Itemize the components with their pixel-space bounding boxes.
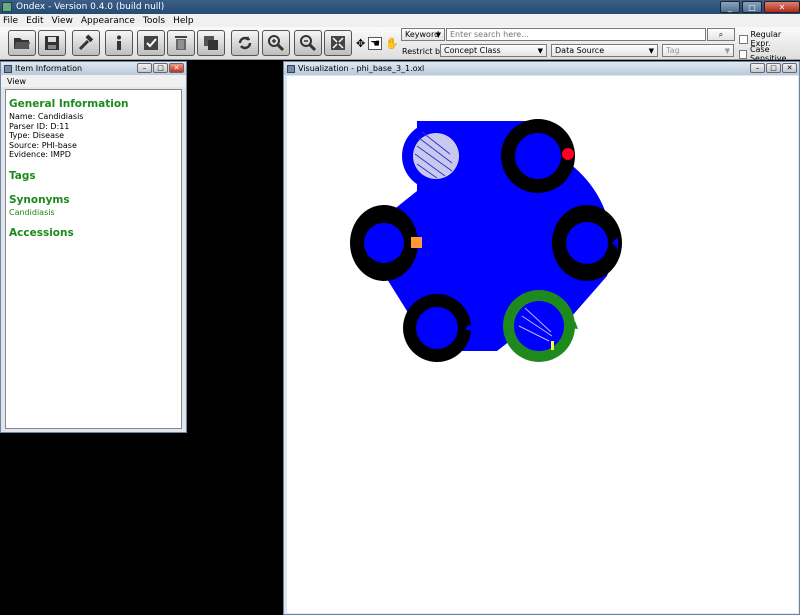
window-title: Ondex - Version 0.4.0 (build null) — [16, 2, 165, 12]
frame-minimize-button[interactable]: – — [750, 63, 765, 73]
parser-id-line: Parser ID: D:11 — [9, 121, 70, 131]
info-button[interactable] — [105, 30, 133, 56]
item-information-frame: Item Information – □ ✕ View General Info… — [0, 61, 187, 433]
network-graph[interactable] — [287, 76, 798, 613]
delete-button[interactable] — [167, 30, 195, 56]
graph-canvas[interactable] — [287, 76, 798, 613]
type-line: Type: Disease — [9, 131, 65, 140]
menu-appearance[interactable]: Appearance — [81, 16, 135, 26]
tag-value: Tag — [666, 46, 680, 55]
chevron-down-icon: ▼ — [537, 47, 543, 55]
concept-class-value: Concept Class — [444, 46, 501, 55]
move-icon[interactable]: ✥ — [356, 37, 365, 50]
menu-help[interactable]: Help — [173, 16, 194, 26]
floppy-icon — [45, 36, 59, 50]
search-input[interactable] — [446, 28, 706, 41]
checkbox-box[interactable] — [739, 34, 748, 44]
item-information-menubar: View — [1, 75, 186, 87]
selected-node[interactable] — [562, 148, 574, 160]
chevron-down-icon: ▼ — [648, 47, 654, 55]
cluster-top-left[interactable] — [402, 122, 470, 190]
frame-icon — [287, 64, 295, 73]
refresh-button[interactable] — [231, 30, 259, 56]
close-button[interactable]: ✕ — [764, 1, 800, 13]
chevron-down-icon: ▼ — [435, 31, 441, 39]
name-line: Name: Candidiasis — [9, 112, 84, 121]
accessions-heading: Accessions — [9, 226, 74, 239]
orange-node[interactable] — [411, 237, 422, 248]
tags-heading: Tags — [9, 169, 36, 182]
item-information-panel: General Information Name: Candidiasis Pa… — [5, 89, 182, 429]
check-button[interactable] — [137, 30, 165, 56]
concept-class-select[interactable]: Concept Class ▼ — [440, 44, 547, 57]
synonym-item: Candidiasis — [9, 207, 55, 217]
mouse-mode-group: ✥ ☚ ✋ — [356, 37, 399, 50]
menu-edit[interactable]: Edit — [26, 16, 43, 26]
app-icon — [2, 2, 12, 12]
item-information-title: Item Information — [15, 64, 83, 73]
yellow-node[interactable] — [551, 341, 554, 350]
trash-icon — [175, 36, 187, 50]
minimize-button[interactable]: _ — [720, 1, 740, 13]
zoom-out-icon — [300, 35, 317, 52]
visualization-titlebar[interactable]: Visualization - phi_base_3_1.oxl – □ ✕ — [284, 62, 799, 75]
menu-view[interactable]: View — [7, 77, 26, 86]
copy-icon — [204, 36, 218, 50]
search-button[interactable]: ⌕ — [707, 28, 735, 41]
menu-tools[interactable]: Tools — [143, 16, 165, 26]
item-information-titlebar[interactable]: Item Information – □ ✕ — [1, 62, 186, 75]
frame-maximize-button[interactable]: □ — [766, 63, 781, 73]
ondex-window: Ondex - Version 0.4.0 (build null) _ □ ✕… — [0, 0, 800, 615]
title-bar: Ondex - Version 0.4.0 (build null) _ □ ✕ — [0, 0, 800, 14]
save-button[interactable] — [38, 30, 66, 56]
pick-mode-toggle[interactable]: ☚ — [368, 37, 383, 50]
info-icon — [117, 35, 121, 50]
frame-maximize-button[interactable]: □ — [153, 63, 168, 73]
search-mode-select[interactable]: Keyword ▼ — [401, 28, 445, 41]
visualization-title: Visualization - phi_base_3_1.oxl — [298, 64, 425, 73]
frame-close-button[interactable]: ✕ — [782, 63, 797, 73]
checkbox-icon — [144, 36, 158, 50]
chevron-down-icon: ▼ — [724, 47, 730, 55]
fit-screen-icon — [331, 36, 345, 50]
maximize-button[interactable]: □ — [742, 1, 762, 13]
evidence-line: Evidence: IMPD — [9, 150, 71, 159]
menu-file[interactable]: File — [3, 16, 18, 26]
data-source-select[interactable]: Data Source ▼ — [551, 44, 658, 57]
visualization-frame: Visualization - phi_base_3_1.oxl – □ ✕ — [283, 61, 800, 615]
synonyms-heading: Synonyms — [9, 193, 70, 206]
zoom-in-button[interactable] — [262, 30, 290, 56]
source-line: Source: PHI-base — [9, 140, 77, 150]
checkbox-box[interactable] — [739, 49, 747, 59]
refresh-icon — [238, 36, 252, 50]
fit-button[interactable] — [324, 30, 352, 56]
cluster-right[interactable] — [552, 205, 622, 281]
data-source-value: Data Source — [555, 46, 605, 55]
hammer-wrench-icon — [78, 34, 94, 51]
search-icon: ⌕ — [718, 29, 724, 39]
tag-select[interactable]: Tag ▼ — [662, 44, 734, 57]
tools-button[interactable] — [72, 30, 100, 56]
menu-view[interactable]: View — [52, 16, 73, 26]
search-mode-value: Keyword — [405, 30, 440, 39]
copy-button[interactable] — [197, 30, 225, 56]
hand-pan-icon[interactable]: ✋ — [385, 37, 399, 50]
zoom-in-icon — [268, 35, 285, 52]
folder-open-icon — [14, 38, 30, 49]
toolbar: Keyword▼ ⌕ Restrict by: Concept Class▼ D… — [0, 27, 800, 63]
open-button[interactable] — [8, 30, 36, 56]
general-information-heading: General Information — [9, 98, 129, 110]
frame-close-button[interactable]: ✕ — [169, 63, 184, 73]
zoom-out-button[interactable] — [294, 30, 322, 56]
frame-icon — [4, 64, 12, 73]
frame-minimize-button[interactable]: – — [137, 63, 152, 73]
hand-pointer-icon: ☚ — [370, 37, 381, 50]
cluster-top-right[interactable] — [501, 119, 575, 193]
menu-bar: File Edit View Appearance Tools Help — [0, 14, 800, 27]
